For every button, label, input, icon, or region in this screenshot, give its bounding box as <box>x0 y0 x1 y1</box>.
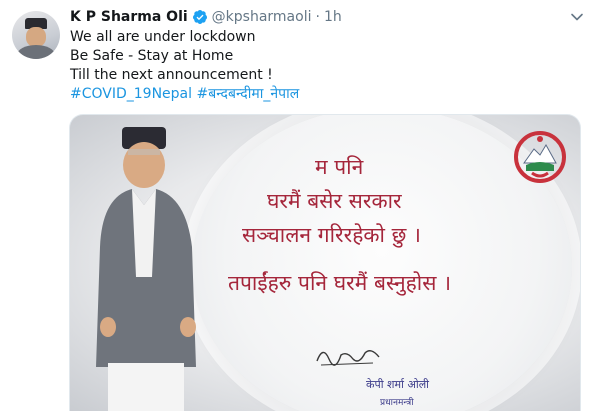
separator-dot: · <box>315 9 320 25</box>
author-name[interactable]: K P Sharma Oli <box>70 9 188 25</box>
tweet-image[interactable]: म पनि घरमैं बसेर सरकार सञ्चालन गरिरहेको … <box>69 114 581 411</box>
tweet-line: We all are under lockdown <box>70 29 256 45</box>
tweet-line: Till the next announcement ! <box>70 67 273 83</box>
tweet-line: Be Safe - Stay at Home <box>70 48 234 64</box>
signature-title: प्रधानमन्त्री <box>380 398 414 408</box>
author-handle[interactable]: @kpsharmaoli <box>212 9 312 25</box>
hashtags: #COVID_19Nepal #बन्दबन्दीमा_नेपाल <box>70 85 299 104</box>
chevron-down-icon[interactable] <box>570 10 584 24</box>
avatar-face <box>26 27 46 47</box>
signature-scribble <box>316 350 380 366</box>
signature-name: केपी शर्मा ओली <box>366 378 430 391</box>
message-line: घरमैं बसेर सरकार <box>267 189 402 213</box>
tweet-header: K P Sharma Oli @kpsharmaoli · 1h <box>70 7 342 27</box>
hashtag-link[interactable]: #बन्दबन्दीमा_नेपाल <box>196 86 299 102</box>
message-line: तपाईंहरु पनि घरमैं बस्नुहोस । <box>228 271 452 295</box>
verified-badge-icon <box>192 10 207 24</box>
message-line: सञ्चालन गरिरहेको छु । <box>242 223 421 247</box>
avatar[interactable] <box>12 11 60 59</box>
nepal-emblem-icon <box>514 131 566 183</box>
tweet-text: We all are under lockdown Be Safe - Stay… <box>70 28 299 104</box>
hashtag-link[interactable]: #COVID_19Nepal <box>70 86 192 102</box>
pm-portrait-icon <box>96 127 196 411</box>
avatar-coat <box>17 45 55 59</box>
message-line: म पनि <box>315 155 364 179</box>
tweet-time[interactable]: 1h <box>324 9 342 25</box>
